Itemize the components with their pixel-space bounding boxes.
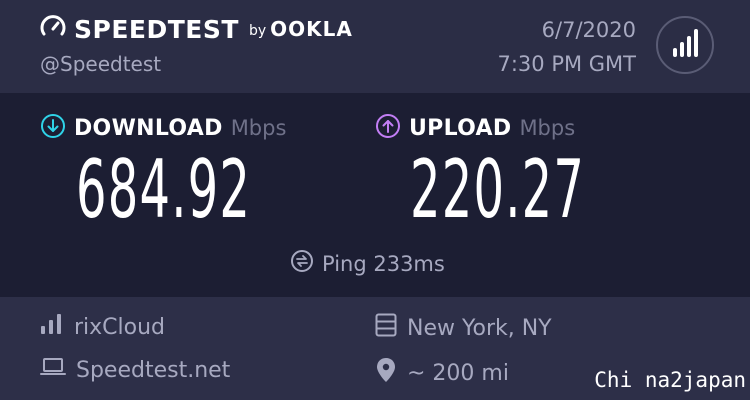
ping-icon (290, 249, 314, 278)
signal-bars-icon (40, 313, 64, 341)
ping-row: Ping 233ms (290, 249, 445, 278)
upload-header: UPLOAD Mbps (375, 113, 575, 143)
download-header: DOWNLOAD Mbps (40, 113, 286, 143)
download-unit: Mbps (230, 116, 287, 140)
upload-unit: Mbps (519, 116, 576, 140)
test-time: 7:30 PM GMT (497, 52, 636, 76)
download-label: DOWNLOAD (74, 115, 223, 141)
distance-info: ~ 200 mi (375, 357, 509, 389)
upload-value: 220.27 (410, 143, 586, 236)
server-distance: ~ 200 mi (407, 360, 509, 386)
upload-arrow-icon (375, 113, 401, 143)
client-name: Speedtest.net (76, 357, 231, 383)
isp-info[interactable]: rixCloud (40, 313, 165, 341)
laptop-icon (40, 357, 66, 383)
isp-name: rixCloud (74, 314, 166, 340)
server-info[interactable]: New York, NY (375, 313, 552, 343)
brand-name: SPEEDTEST (74, 14, 239, 44)
server-location: New York, NY (407, 315, 552, 341)
results-bars-icon (672, 28, 698, 62)
location-pin-icon (375, 357, 397, 389)
speedtest-gauge-icon (40, 14, 66, 44)
download-value: 684.92 (76, 143, 252, 236)
upload-label: UPLOAD (409, 115, 512, 141)
speedtest-logo[interactable]: SPEEDTEST by OOKLA (40, 14, 353, 44)
results-panel: DOWNLOAD Mbps 684.92 UPLOAD Mbps 220.27 … (0, 93, 750, 297)
brand-handle[interactable]: @Speedtest (40, 52, 161, 76)
client-info[interactable]: Speedtest.net (40, 357, 230, 383)
results-button[interactable] (656, 16, 714, 74)
brand-by: by (248, 23, 267, 39)
partner-logo: OOKLA (270, 17, 353, 41)
server-icon (375, 313, 397, 343)
download-arrow-icon (40, 113, 66, 143)
test-date: 6/7/2020 (541, 18, 636, 42)
header: SPEEDTEST by OOKLA @Speedtest 6/7/2020 7… (0, 0, 750, 93)
watermark-text: Chi na2japan (594, 368, 746, 392)
ping-text: Ping 233ms (322, 251, 445, 276)
